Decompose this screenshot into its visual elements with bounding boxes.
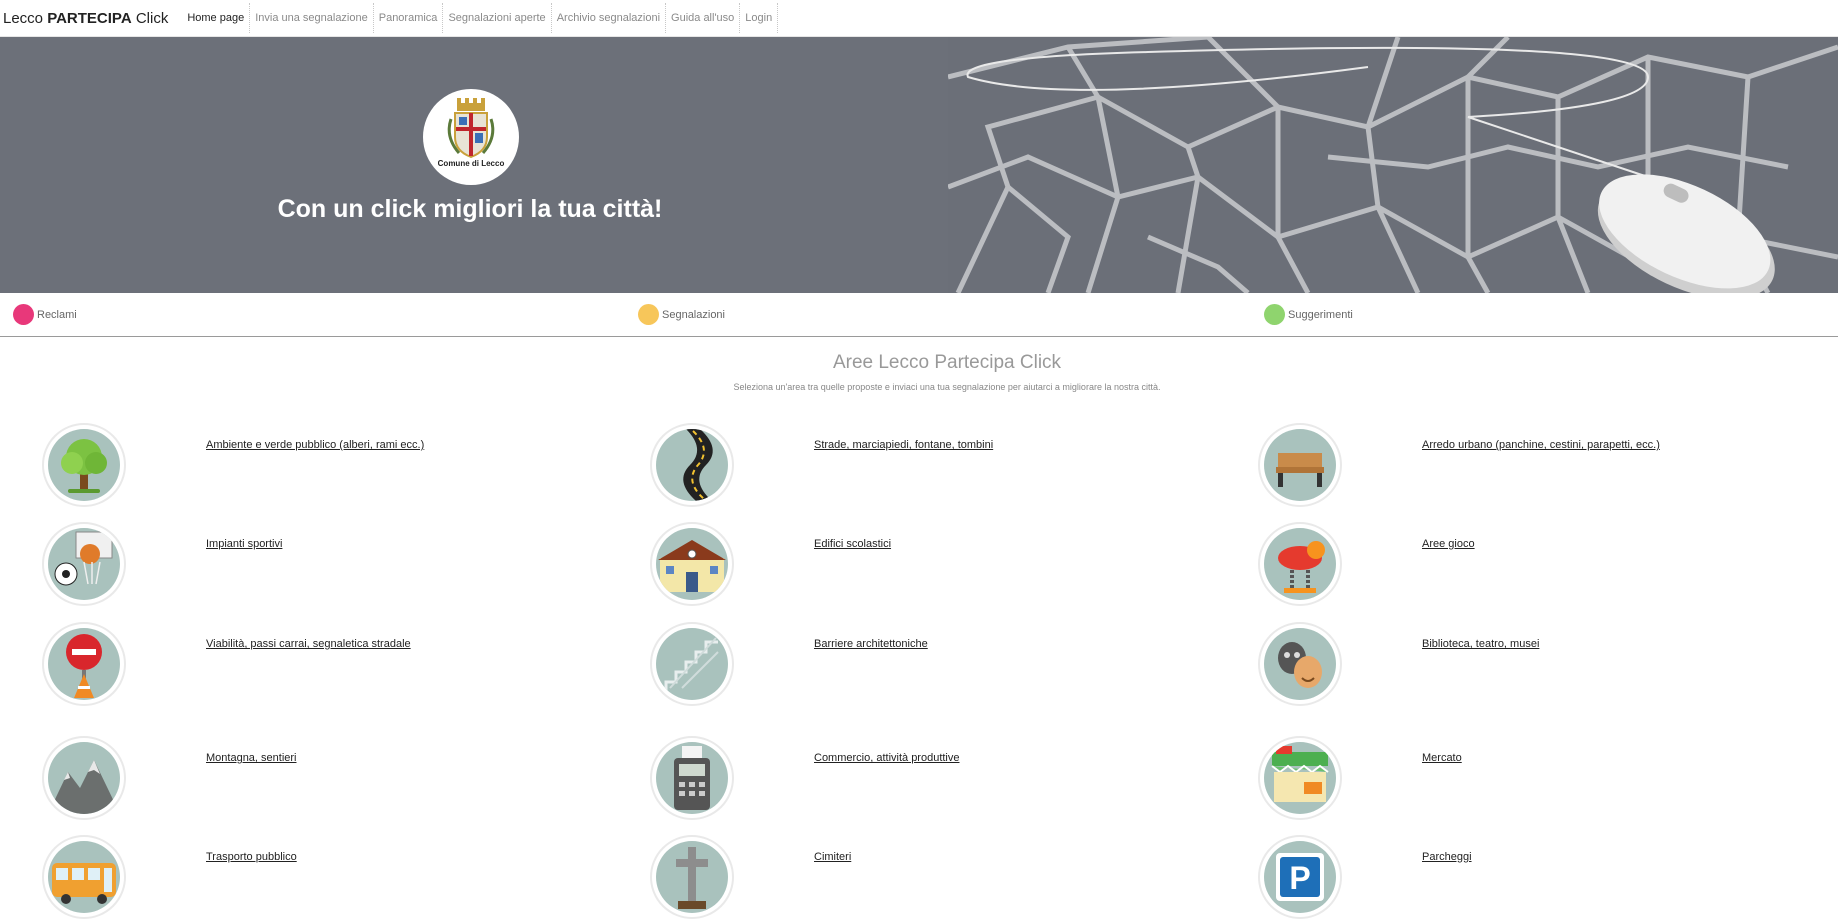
area-icon-button[interactable] xyxy=(1258,423,1342,507)
no-entry-sign-icon xyxy=(66,634,102,698)
area-label-link[interactable]: Montagna, sentieri xyxy=(206,752,297,764)
market-stall-icon xyxy=(1271,746,1329,802)
area-label-link[interactable]: Biblioteca, teatro, musei xyxy=(1422,638,1539,650)
basketball-hoop-icon xyxy=(54,531,113,586)
nav-invia-segnalazione[interactable]: Invia una segnalazione xyxy=(250,3,374,33)
area-label-link[interactable]: Trasporto pubblico xyxy=(206,851,297,863)
area-icon-button[interactable] xyxy=(42,736,126,820)
area-icon-button[interactable] xyxy=(42,622,126,706)
area-label-link[interactable]: Arredo urbano (panchine, cestini, parape… xyxy=(1422,439,1660,451)
brand-logo[interactable]: Lecco PARTECIPA Click xyxy=(0,10,182,27)
suggerimenti-dot-icon xyxy=(1264,304,1285,325)
reclami-dot-icon xyxy=(13,304,34,325)
area-montagna: Montagna, sentieri xyxy=(42,736,642,820)
main-menu: Home page Invia una segnalazione Panoram… xyxy=(182,0,779,37)
legend-bar: Reclami Segnalazioni Suggerimenti xyxy=(0,293,1838,337)
area-biblioteca: Biblioteca, teatro, musei xyxy=(1258,622,1838,706)
area-label-link[interactable]: Ambiente e verde pubblico (alberi, rami … xyxy=(206,439,424,451)
city-map-mouse-icon xyxy=(948,37,1838,293)
nav-guida-uso[interactable]: Guida all'uso xyxy=(666,3,741,33)
area-barriere: Barriere architettoniche xyxy=(650,622,1250,706)
area-label-link[interactable]: Parcheggi xyxy=(1422,851,1472,863)
areas-section-subtitle: Seleziona un'area tra quelle proposte e … xyxy=(733,382,1161,392)
area-icon-button[interactable] xyxy=(1258,622,1342,706)
area-label-link[interactable]: Impianti sportivi xyxy=(206,538,282,550)
area-strade: Strade, marciapiedi, fontane, tombini xyxy=(650,423,1250,507)
area-cimiteri: Cimiteri xyxy=(650,835,1250,919)
coat-of-arms-icon xyxy=(447,98,495,159)
area-mercato: Mercato xyxy=(1258,736,1838,820)
tree-icon xyxy=(61,439,107,493)
area-arredo-urbano: Arredo urbano (panchine, cestini, parape… xyxy=(1258,423,1838,507)
area-label-link[interactable]: Cimiteri xyxy=(814,851,851,863)
area-edifici-scolastici: Edifici scolastici xyxy=(650,522,1250,606)
theatre-masks-icon xyxy=(1278,642,1322,688)
area-ambiente-verde: Ambiente e verde pubblico (alberi, rami … xyxy=(42,423,642,507)
area-icon-button[interactable] xyxy=(650,522,734,606)
mountain-icon xyxy=(48,760,120,814)
comune-di-lecco-logo: Comune di Lecco xyxy=(423,89,519,185)
area-impianti-sportivi: Impianti sportivi xyxy=(42,522,642,606)
area-label-link[interactable]: Mercato xyxy=(1422,752,1462,764)
area-label-link[interactable]: Aree gioco xyxy=(1422,538,1475,550)
hero-left-panel: Comune di Lecco Con un click migliori la… xyxy=(0,37,948,293)
area-commercio: Commercio, attività produttive xyxy=(650,736,1250,820)
legend-suggerimenti: Suggerimenti xyxy=(1264,304,1353,325)
cross-icon xyxy=(676,847,708,909)
area-icon-button[interactable] xyxy=(42,835,126,919)
parking-icon: P xyxy=(1276,853,1324,901)
nav-home-page[interactable]: Home page xyxy=(182,3,251,33)
area-label-link[interactable]: Barriere architettoniche xyxy=(814,638,928,650)
area-icon-button[interactable] xyxy=(1258,736,1342,820)
brand-prefix: Lecco xyxy=(3,9,48,27)
area-parcheggi: P Parcheggi xyxy=(1258,835,1838,919)
area-icon-button[interactable] xyxy=(650,835,734,919)
road-icon xyxy=(683,429,713,501)
area-label-link[interactable]: Commercio, attività produttive xyxy=(814,752,960,764)
logo-caption: Comune di Lecco xyxy=(437,159,505,168)
area-icon-button[interactable] xyxy=(650,622,734,706)
brand-suffix: Click xyxy=(131,9,169,27)
bench-icon xyxy=(1276,453,1324,487)
legend-label: Segnalazioni xyxy=(662,308,725,321)
nav-panoramica[interactable]: Panoramica xyxy=(374,3,444,33)
nav-archivio-segnalazioni[interactable]: Archivio segnalazioni xyxy=(552,3,667,33)
area-viabilita: Viabilità, passi carrai, segnaletica str… xyxy=(42,622,642,706)
legend-label: Suggerimenti xyxy=(1288,308,1353,321)
top-navbar: Lecco PARTECIPA Click Home page Invia un… xyxy=(0,0,1838,37)
area-icon-button[interactable] xyxy=(650,736,734,820)
area-icon-button[interactable] xyxy=(42,522,126,606)
hero-banner: Comune di Lecco Con un click migliori la… xyxy=(0,37,1838,293)
brand-bold: PARTECIPA xyxy=(47,9,132,27)
area-icon-button[interactable] xyxy=(1258,522,1342,606)
area-label-link[interactable]: Edifici scolastici xyxy=(814,538,891,550)
area-icon-button[interactable]: P xyxy=(1258,835,1342,919)
area-trasporto: Trasporto pubblico xyxy=(42,835,642,919)
segnalazioni-dot-icon xyxy=(638,304,659,325)
legend-label: Reclami xyxy=(37,308,77,321)
area-icon-button[interactable] xyxy=(650,423,734,507)
hero-title: Con un click migliori la tua città! xyxy=(277,195,663,223)
nav-login[interactable]: Login xyxy=(740,3,779,33)
area-icon-button[interactable] xyxy=(42,423,126,507)
spring-rider-icon xyxy=(1278,541,1325,593)
svg-text:P: P xyxy=(1289,860,1310,896)
areas-section-title: Aree Lecco Partecipa Click xyxy=(832,352,1062,373)
nav-segnalazioni-aperte[interactable]: Segnalazioni aperte xyxy=(443,3,552,33)
area-label-link[interactable]: Strade, marciapiedi, fontane, tombini xyxy=(814,439,993,451)
area-aree-gioco: Aree gioco xyxy=(1258,522,1838,606)
school-icon xyxy=(658,540,726,592)
hero-map-illustration xyxy=(948,37,1838,293)
bus-icon xyxy=(52,863,116,904)
cash-register-icon xyxy=(674,746,710,810)
area-label-link[interactable]: Viabilità, passi carrai, segnaletica str… xyxy=(206,638,411,650)
legend-segnalazioni: Segnalazioni xyxy=(638,304,725,325)
stairs-icon xyxy=(664,637,719,692)
legend-reclami: Reclami xyxy=(13,304,77,325)
